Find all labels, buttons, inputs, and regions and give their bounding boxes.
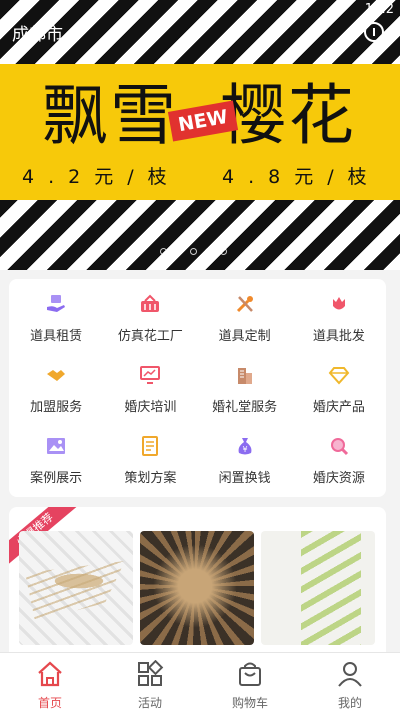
category-label: 仿真花工厂	[117, 329, 183, 344]
promo-banner[interactable]: 飘雪 樱花 NEW 4.2元/枝 4.8元/枝 成都市 ▾ 12:2	[0, 0, 400, 270]
status-time: 12:2	[364, 2, 394, 17]
tab-label: 我的	[337, 696, 362, 710]
category-item-prop-wholesale[interactable]: 道具批发	[292, 287, 386, 358]
city-label: 成都市	[12, 25, 63, 45]
svg-text:¥: ¥	[242, 445, 247, 454]
carousel-dot[interactable]	[175, 248, 182, 255]
category-item-planning[interactable]: 策划方案	[103, 429, 197, 500]
category-label: 道具批发	[312, 329, 365, 344]
chevron-down-icon: ▾	[65, 32, 71, 43]
tulip-icon	[328, 293, 350, 315]
category-grid-card: 道具租赁 仿真花工厂 道具定制 道具批发 加盟服务 婚庆培训 婚礼堂服务 婚庆产…	[9, 279, 386, 497]
bag-icon	[236, 660, 264, 688]
category-item-flower-factory[interactable]: 仿真花工厂	[103, 287, 197, 358]
money-bag-icon: ¥	[234, 435, 256, 457]
category-item-prop-rental[interactable]: 道具租赁	[9, 287, 103, 358]
city-selector[interactable]: 成都市 ▾	[12, 20, 70, 45]
magnifier-icon	[328, 435, 350, 457]
category-label: 闲置换钱	[218, 471, 271, 486]
tab-label: 购物车	[231, 696, 268, 710]
category-label: 道具租赁	[30, 329, 83, 344]
category-label: 策划方案	[124, 471, 177, 486]
recommend-card: 火爆推荐	[9, 507, 386, 662]
tab-activity[interactable]: 活动	[100, 653, 200, 715]
product-photo[interactable]	[140, 531, 254, 645]
banner-title-left: 飘雪	[42, 77, 178, 154]
category-item-franchise[interactable]: 加盟服务	[9, 358, 103, 429]
category-item-cases[interactable]: 案例展示	[9, 429, 103, 500]
document-icon	[139, 435, 161, 457]
category-item-resources[interactable]: 婚庆资源	[292, 429, 386, 500]
picture-icon	[45, 435, 67, 457]
category-label: 加盟服务	[30, 400, 83, 415]
carousel-dot[interactable]	[190, 248, 197, 255]
tab-mine[interactable]: 我的	[300, 653, 400, 715]
category-label: 婚庆产品	[312, 400, 365, 415]
carousel-indicator	[160, 248, 227, 255]
tools-icon	[234, 293, 256, 315]
grid-icon	[136, 659, 164, 688]
category-item-wedding-products[interactable]: 婚庆产品	[292, 358, 386, 429]
category-grid: 道具租赁 仿真花工厂 道具定制 道具批发 加盟服务 婚庆培训 婚礼堂服务 婚庆产…	[9, 279, 386, 500]
tab-cart[interactable]: 购物车	[200, 653, 300, 715]
category-label: 婚庆培训	[124, 400, 177, 415]
home-icon	[36, 660, 64, 688]
building-icon	[234, 364, 256, 386]
product-photo[interactable]	[19, 531, 133, 645]
tab-label: 活动	[137, 696, 162, 710]
bottom-tab-bar: 首页 活动 购物车 我的	[0, 652, 400, 715]
monitor-icon	[139, 364, 161, 386]
category-label: 婚礼堂服务	[212, 400, 278, 415]
category-label: 婚庆资源	[312, 471, 365, 486]
banner-title-right: 樱花	[220, 77, 356, 154]
handshake-icon	[45, 364, 67, 386]
banner-price-2: 4.8元/枝	[222, 166, 381, 188]
tab-label: 首页	[37, 696, 62, 710]
category-item-prop-custom[interactable]: 道具定制	[198, 287, 292, 358]
tab-home[interactable]: 首页	[0, 653, 100, 715]
carousel-dot[interactable]	[205, 248, 212, 255]
user-icon	[336, 660, 364, 688]
diamond-icon	[328, 364, 350, 386]
message-icon[interactable]	[364, 22, 384, 42]
product-photo[interactable]	[261, 531, 375, 645]
carousel-dot[interactable]	[220, 248, 227, 255]
category-label: 道具定制	[218, 329, 271, 344]
basket-icon	[139, 293, 161, 315]
category-label: 案例展示	[30, 471, 83, 486]
hand-box-icon	[45, 293, 67, 315]
carousel-dot[interactable]	[160, 248, 167, 255]
category-item-wedding-hall[interactable]: 婚礼堂服务	[198, 358, 292, 429]
banner-price-1: 4.2元/枝	[22, 166, 181, 188]
category-item-training[interactable]: 婚庆培训	[103, 358, 197, 429]
category-item-idle-exchange[interactable]: ¥ 闲置换钱	[198, 429, 292, 500]
